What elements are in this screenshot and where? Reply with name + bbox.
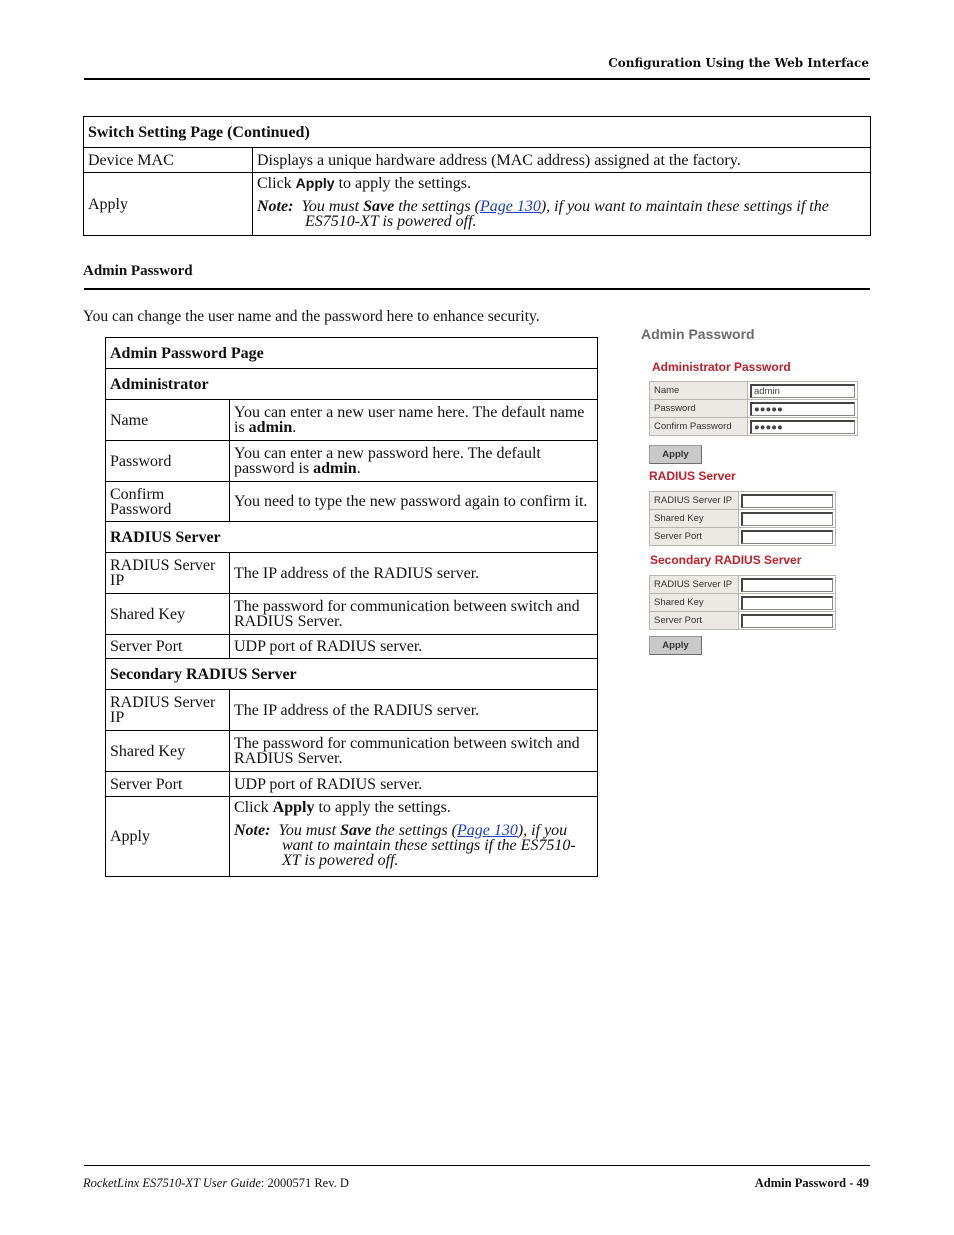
ui-admin-form: Name Password Confirm Password <box>649 381 858 436</box>
field-name: RADIUS Server IP <box>105 689 230 731</box>
desc-bold: admin <box>248 419 293 436</box>
desc-text: to apply the settings. <box>314 798 451 816</box>
field-name: Name <box>105 399 230 441</box>
field-description: Displays a unique hardware address (MAC … <box>252 147 871 173</box>
desc-bold: admin <box>313 460 357 477</box>
ui-field-label: Server Port <box>649 527 739 546</box>
admin-password-table: Admin Password Page Administrator Name Y… <box>105 337 598 877</box>
table-row: Apply Click Apply to apply the settings.… <box>105 796 598 877</box>
radius-server-port-input[interactable] <box>741 529 833 544</box>
table-row: Device MAC Displays a unique hardware ad… <box>83 147 871 173</box>
switch-setting-table: Switch Setting Page (Continued) Device M… <box>83 116 871 236</box>
table-row: Shared Key The password for communicatio… <box>105 730 598 772</box>
field-description: You can enter a new user name here. The … <box>229 399 598 441</box>
password-input[interactable] <box>750 401 855 416</box>
ui-page-title: Admin Password <box>641 326 755 342</box>
ui-field-label: Shared Key <box>649 593 739 612</box>
table-title: Admin Password Page <box>105 337 598 369</box>
footer-product: RocketLinx ES7510-XT User Guide <box>83 1176 261 1190</box>
field-name: Apply <box>105 796 230 877</box>
secondary-shared-key-input[interactable] <box>741 595 833 610</box>
footer-doc-id: : 2000571 Rev. D <box>260 1176 349 1190</box>
radius-shared-key-input[interactable] <box>741 511 833 526</box>
name-input[interactable] <box>750 383 855 398</box>
ui-secondary-heading: Secondary RADIUS Server <box>650 553 802 567</box>
ui-admin-heading: Administrator Password <box>652 360 791 374</box>
ui-field-label: Password <box>649 399 748 418</box>
field-name: Server Port <box>105 771 230 797</box>
field-description: UDP port of RADIUS server. <box>229 634 598 659</box>
table-row: Apply Click Apply to apply the settings.… <box>83 172 871 236</box>
field-name: Confirm Password <box>105 481 230 522</box>
admin-apply-button[interactable]: Apply <box>649 445 702 464</box>
page-link[interactable]: Page 130 <box>480 198 541 215</box>
field-description: You can enter a new password here. The d… <box>229 440 598 482</box>
footer-page-number: Admin Password - 49 <box>754 1176 869 1190</box>
field-description: You need to type the new password again … <box>229 481 598 522</box>
table-row: RADIUS Server IP The IP address of the R… <box>105 552 598 594</box>
confirm-password-input[interactable] <box>750 419 855 434</box>
field-name: Password <box>105 440 230 482</box>
field-name: Apply <box>83 172 253 236</box>
footer-doc-info: RocketLinx ES7510-XT User Guide: 2000571… <box>83 1176 349 1191</box>
ui-secondary-form: RADIUS Server IP Shared Key Server Port <box>649 575 836 630</box>
header-rule <box>84 78 870 80</box>
ui-radius-heading: RADIUS Server <box>649 469 736 483</box>
field-description: The password for communication between s… <box>229 730 598 772</box>
table-row: Server Port UDP port of RADIUS server. <box>105 634 598 659</box>
ui-field-label: RADIUS Server IP <box>649 491 739 510</box>
note-label: Note: <box>234 821 271 839</box>
secondary-server-port-input[interactable] <box>741 613 833 628</box>
group-heading: Secondary RADIUS Server <box>105 658 598 690</box>
section-title: Admin Password <box>83 263 193 279</box>
field-name: Shared Key <box>105 730 230 772</box>
section-rule <box>84 288 870 290</box>
table-row: Shared Key The password for communicatio… <box>105 593 598 635</box>
table-row: RADIUS Server IP The IP address of the R… <box>105 689 598 731</box>
ui-radius-form: RADIUS Server IP Shared Key Server Port <box>649 491 836 546</box>
ui-field-label: Confirm Password <box>649 417 748 436</box>
field-description: Click Apply to apply the settings. Note:… <box>252 172 871 236</box>
field-description: The IP address of the RADIUS server. <box>229 552 598 594</box>
table-row: Password You can enter a new password he… <box>105 440 598 482</box>
field-name: Server Port <box>105 634 230 659</box>
desc-bold: Apply <box>272 798 315 816</box>
desc-text: You can enter a new password here. The d… <box>234 445 541 477</box>
ui-field-label: Shared Key <box>649 509 739 528</box>
note: Note: You must Save the settings (Page 1… <box>257 197 866 229</box>
field-description: The password for communication between s… <box>229 593 598 635</box>
ui-field-label: Server Port <box>649 611 739 630</box>
group-heading: Administrator <box>105 368 598 400</box>
desc-bold: Apply <box>295 174 335 191</box>
note-label: Note: <box>257 197 294 215</box>
field-name: Shared Key <box>105 593 230 635</box>
footer-rule <box>84 1165 870 1166</box>
radius-apply-button[interactable]: Apply <box>649 636 702 655</box>
running-header: Configuration Using the Web Interface <box>608 56 869 70</box>
field-name: RADIUS Server IP <box>105 552 230 594</box>
field-description: Click Apply to apply the settings. Note:… <box>229 796 598 877</box>
desc-text: Click <box>234 798 273 816</box>
desc-text: Click <box>257 174 296 192</box>
table-row: Server Port UDP port of RADIUS server. <box>105 771 598 797</box>
radius-server-ip-input[interactable] <box>741 493 833 508</box>
desc-text: . <box>292 419 297 436</box>
field-name: Device MAC <box>83 147 253 173</box>
desc-text: . <box>356 460 361 477</box>
ui-field-label: RADIUS Server IP <box>649 575 739 594</box>
table-title: Switch Setting Page (Continued) <box>83 116 871 148</box>
field-description: The IP address of the RADIUS server. <box>229 689 598 731</box>
desc-text: to apply the settings. <box>334 174 471 192</box>
ui-field-label: Name <box>649 381 748 400</box>
table-row: Name You can enter a new user name here.… <box>105 399 598 441</box>
intro-text: You can change the user name and the pas… <box>83 308 540 325</box>
field-description: UDP port of RADIUS server. <box>229 771 598 797</box>
group-heading: RADIUS Server <box>105 521 598 553</box>
secondary-server-ip-input[interactable] <box>741 577 833 592</box>
note: Note: You must Save the settings (Page 1… <box>234 821 593 868</box>
table-row: Confirm Password You need to type the ne… <box>105 481 598 522</box>
